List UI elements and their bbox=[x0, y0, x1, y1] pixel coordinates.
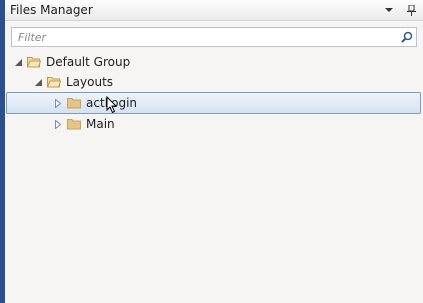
tree-node-default-group[interactable]: Default Group bbox=[5, 52, 423, 72]
tree-label-main: Main bbox=[86, 117, 115, 131]
folder-icon bbox=[67, 119, 81, 130]
search-icon[interactable] bbox=[398, 28, 416, 46]
tree-label-default-group: Default Group bbox=[46, 55, 131, 69]
filter-input[interactable] bbox=[12, 27, 398, 47]
expanded-arrow-icon[interactable] bbox=[33, 77, 43, 87]
collapsed-arrow-icon[interactable] bbox=[53, 98, 63, 108]
open-folder-icon bbox=[47, 77, 61, 88]
tree-label-layouts: Layouts bbox=[66, 75, 114, 89]
tree-node-main[interactable]: Main bbox=[5, 114, 423, 134]
tree-label-actlogin: actLogin bbox=[86, 96, 138, 110]
panel-title: Files Manager bbox=[10, 3, 93, 17]
folder-icon bbox=[67, 98, 81, 109]
file-tree: Default Group Layouts actLogin Main bbox=[5, 52, 423, 134]
pin-icon[interactable] bbox=[405, 4, 417, 16]
filter-box bbox=[11, 27, 417, 47]
open-folder-icon bbox=[27, 57, 41, 68]
tree-node-actlogin[interactable]: actLogin bbox=[6, 92, 421, 114]
collapsed-arrow-icon[interactable] bbox=[53, 119, 63, 129]
chevron-down-icon[interactable] bbox=[383, 4, 395, 16]
panel-titlebar: Files Manager bbox=[5, 0, 423, 21]
expanded-arrow-icon[interactable] bbox=[13, 57, 23, 67]
files-manager-panel: Files Manager Filter Default Group Layou… bbox=[5, 0, 423, 303]
tree-node-layouts[interactable]: Layouts bbox=[5, 72, 423, 92]
titlebar-actions bbox=[383, 4, 417, 16]
